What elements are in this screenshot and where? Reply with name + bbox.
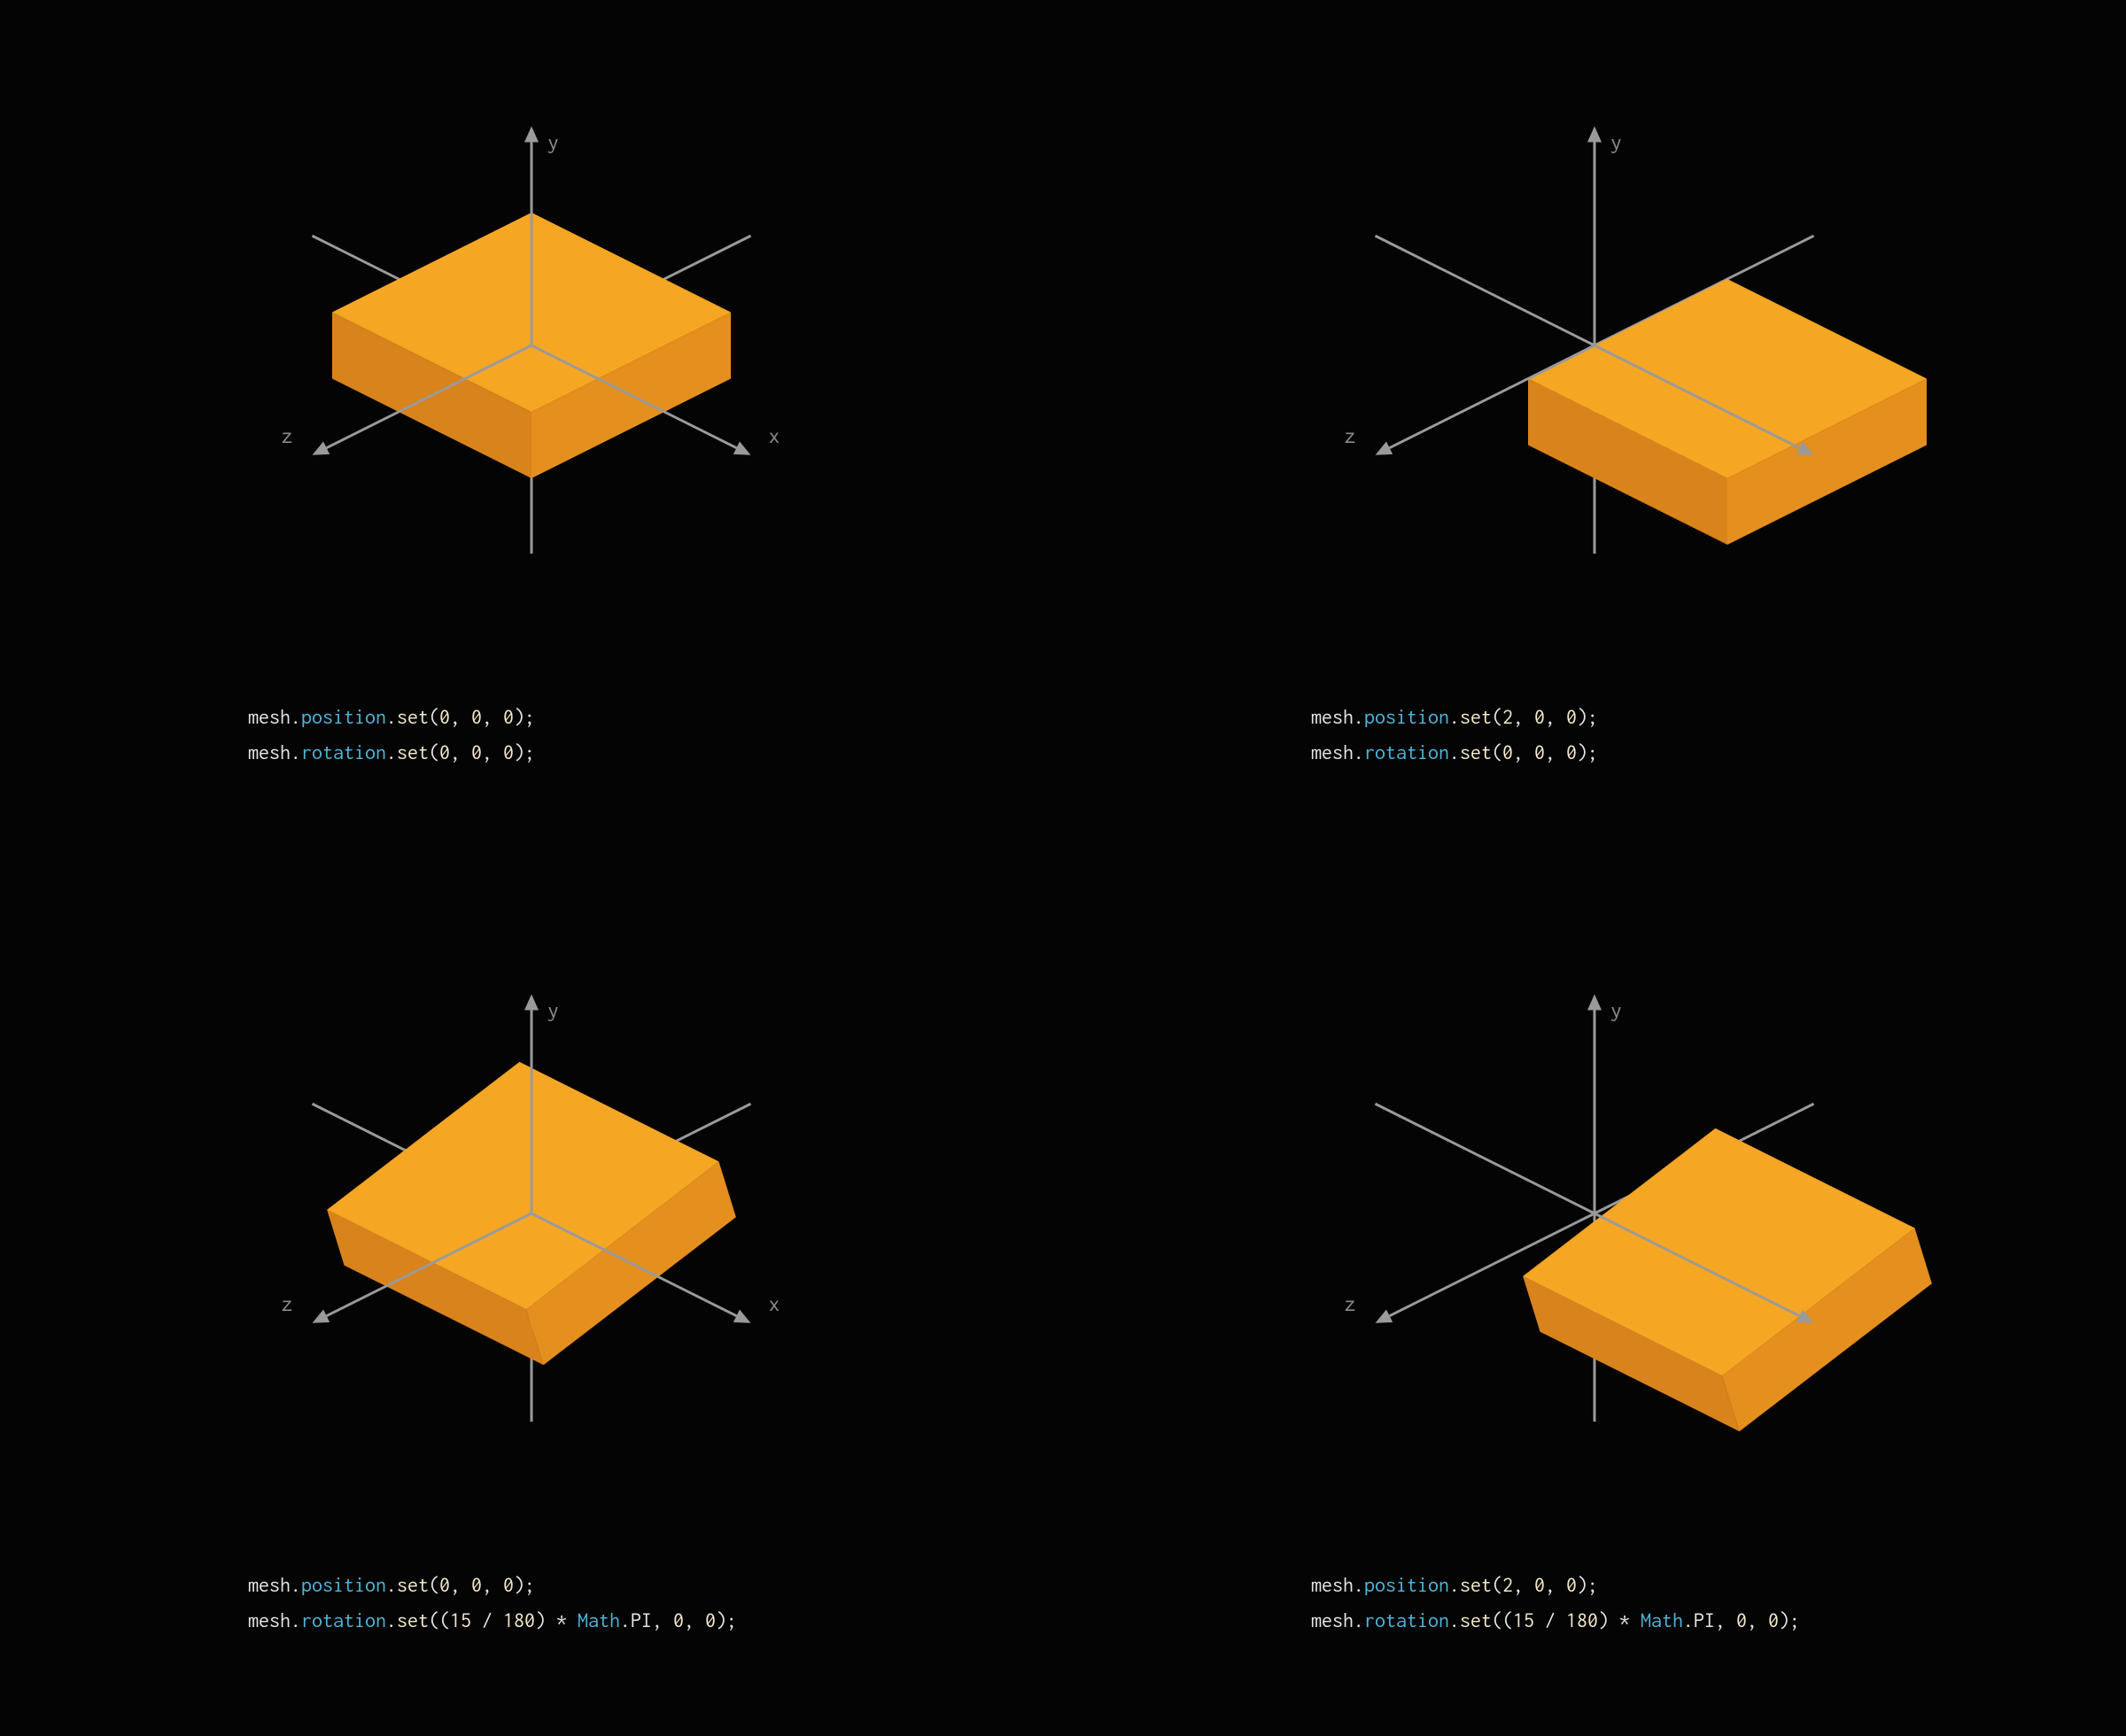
panel-br: yz mesh.position.set(2, 0, 0);mesh.rotat… xyxy=(1063,868,2126,1736)
code-object: mesh xyxy=(1311,705,1354,728)
axes-svg: y z x xyxy=(133,53,930,673)
axis-label-z: z xyxy=(1344,423,1355,447)
diagram-grid: yzx mesh.position.set(0, 0, 0);mesh.rota… xyxy=(0,0,2126,1736)
code-line-position: mesh.position.set(2, 0, 0); xyxy=(1311,1568,1800,1603)
code-function: set xyxy=(1460,740,1492,763)
viewport-tl: y z x xyxy=(133,53,930,673)
code-line-rotation: mesh.rotation.set((15 / 180) * Math.PI, … xyxy=(1311,1603,1800,1639)
code-line-rotation: mesh.rotation.set(0, 0, 0); xyxy=(248,735,535,771)
axes-svg: yz xyxy=(1196,921,1993,1541)
axis-label-y: y xyxy=(547,998,559,1022)
viewport-br: yz xyxy=(1196,921,1993,1541)
viewport-tr: yz xyxy=(1196,53,1993,673)
code-function: set xyxy=(1460,1573,1492,1596)
code-function: set xyxy=(397,1608,429,1631)
code-function: set xyxy=(1460,705,1492,728)
axes-svg: y z x xyxy=(133,921,930,1541)
panel-tr: yz mesh.position.set(2, 0, 0);mesh.rotat… xyxy=(1063,0,2126,868)
code-function: set xyxy=(1460,1608,1492,1631)
code-property: position xyxy=(1364,1573,1449,1596)
code-line-rotation: mesh.rotation.set((15 / 180) * Math.PI, … xyxy=(248,1603,737,1639)
code-line-position: mesh.position.set(0, 0, 0); xyxy=(248,700,535,735)
code-property: position xyxy=(301,705,386,728)
code-object: mesh xyxy=(1311,1573,1354,1596)
code-property: rotation xyxy=(1364,740,1449,763)
code-line-position: mesh.position.set(0, 0, 0); xyxy=(248,1568,737,1603)
code-tl: mesh.position.set(0, 0, 0);mesh.rotation… xyxy=(248,700,535,770)
code-object: mesh xyxy=(248,740,291,763)
axis-label-y: y xyxy=(547,130,559,154)
axis-label-x: x xyxy=(769,1291,780,1315)
code-object: mesh xyxy=(1311,1608,1354,1631)
code-property: rotation xyxy=(301,740,386,763)
code-bl: mesh.position.set(0, 0, 0);mesh.rotation… xyxy=(248,1568,737,1638)
panel-bl: y z x mesh.position.set(0, 0, 0);mesh.rota… xyxy=(0,868,1063,1736)
code-function: set xyxy=(397,740,429,763)
code-line-rotation: mesh.rotation.set(0, 0, 0); xyxy=(1311,735,1598,771)
code-object: mesh xyxy=(248,705,291,728)
viewport-bl: y z x xyxy=(133,921,930,1541)
code-function: set xyxy=(397,705,429,728)
axis-label-z: z xyxy=(1344,1291,1355,1315)
code-line-position: mesh.position.set(2, 0, 0); xyxy=(1311,700,1598,735)
code-function: set xyxy=(397,1573,429,1596)
code-br: mesh.position.set(2, 0, 0);mesh.rotation… xyxy=(1311,1568,1800,1638)
axis-label-z: z xyxy=(281,1291,292,1315)
code-property: rotation xyxy=(301,1608,386,1631)
axis-label-z: z xyxy=(281,423,292,447)
code-object: mesh xyxy=(248,1573,291,1596)
axis-label-y: y xyxy=(1610,130,1622,154)
code-property: position xyxy=(1364,705,1449,728)
code-tr: mesh.position.set(2, 0, 0);mesh.rotation… xyxy=(1311,700,1598,770)
code-property: position xyxy=(301,1573,386,1596)
axis-label-y: y xyxy=(1610,998,1622,1022)
panel-tl: y z x mesh.position.set(0, 0, 0);mesh.rota… xyxy=(0,0,1063,868)
axis-label-x: x xyxy=(769,423,780,447)
code-object: mesh xyxy=(248,1608,291,1631)
axes-svg: yz xyxy=(1196,53,1993,673)
code-object: mesh xyxy=(1311,740,1354,763)
code-property: rotation xyxy=(1364,1608,1449,1631)
